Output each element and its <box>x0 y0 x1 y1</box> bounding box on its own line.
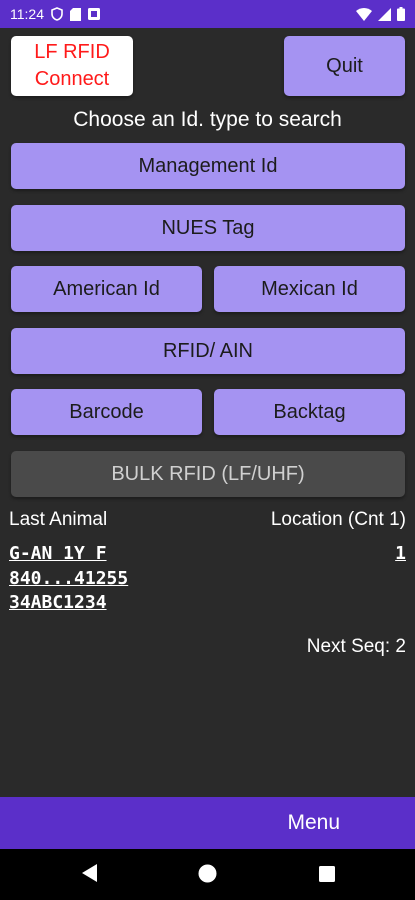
rfid-ain-button[interactable]: RFID/ AIN <box>11 328 405 374</box>
notification-icon <box>88 8 100 20</box>
status-time: 11:24 <box>10 6 44 22</box>
home-icon[interactable] <box>198 864 217 888</box>
bulk-rfid-button[interactable]: BULK RFID (LF/UHF) <box>11 451 405 497</box>
last-animal-header: Last Animal Location (Cnt 1) <box>9 509 406 531</box>
lf-rfid-connect-button[interactable]: LF RFID Connect <box>11 36 133 96</box>
battery-icon <box>397 7 405 21</box>
last-animal-row-3: 34ABC1234 <box>9 592 406 613</box>
last-animal-row-1: G-AN 1Y F 1 <box>9 543 406 564</box>
menu-button[interactable]: Menu <box>287 811 340 835</box>
back-icon[interactable] <box>80 863 98 888</box>
wifi-icon <box>356 7 372 21</box>
mexican-id-button[interactable]: Mexican Id <box>214 266 405 312</box>
bottom-menu-bar: Menu <box>0 797 415 849</box>
location-value-link[interactable]: 1 <box>395 543 406 564</box>
last-animal-rfid-link[interactable]: 840...41255 <box>9 568 128 589</box>
recents-icon[interactable] <box>319 866 335 887</box>
connect-label-line2: Connect <box>34 68 110 90</box>
status-bar: 11:24 <box>0 0 415 28</box>
backtag-button[interactable]: Backtag <box>214 389 405 435</box>
nues-tag-button[interactable]: NUES Tag <box>11 205 405 251</box>
signal-icon <box>378 7 391 21</box>
location-label: Location (Cnt 1) <box>270 509 406 530</box>
search-prompt: Choose an Id. type to search <box>73 108 342 131</box>
last-animal-description-link[interactable]: G-AN 1Y F <box>9 543 107 564</box>
management-id-button[interactable]: Management Id <box>11 143 405 189</box>
american-id-button[interactable]: American Id <box>11 266 202 312</box>
quit-button[interactable]: Quit <box>284 36 405 96</box>
connect-label-line1: LF RFID <box>34 41 110 63</box>
last-animal-label: Last Animal <box>9 509 108 530</box>
last-animal-row-2: 840...41255 <box>9 568 406 589</box>
next-seq-label: Next Seq: 2 <box>306 636 406 657</box>
shield-icon <box>51 7 63 21</box>
last-animal-tag-link[interactable]: 34ABC1234 <box>9 592 107 613</box>
system-nav-bar <box>0 849 415 900</box>
barcode-button[interactable]: Barcode <box>11 389 202 435</box>
sd-card-icon <box>70 7 81 21</box>
